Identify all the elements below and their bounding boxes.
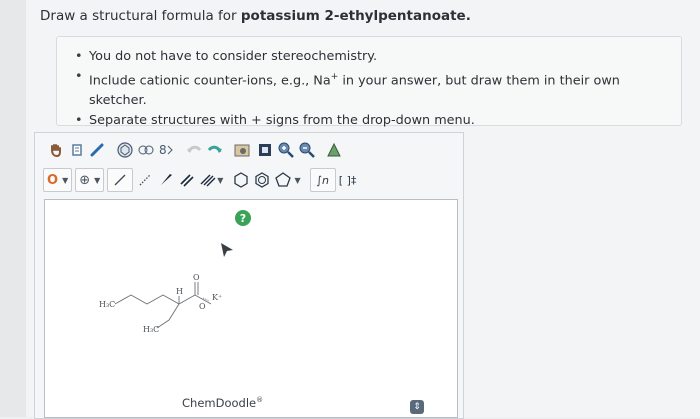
molecule-structure: H₃C H₃C H O O K⁺ [99, 273, 222, 334]
charge-button[interactable]: ⊕ ▼ [75, 168, 105, 192]
svg-text:8: 8 [159, 143, 167, 157]
bond-chain-icon[interactable]: 8 [158, 139, 176, 161]
settings-icon[interactable] [325, 139, 343, 161]
carbon-chain [114, 294, 212, 305]
h3c-label-bottom: H₃C [143, 325, 159, 334]
wedge-bond-button[interactable] [157, 169, 175, 191]
dashed-bond-button[interactable] [136, 169, 154, 191]
carbonyl-bond [194, 282, 199, 295]
chemdoodle-brand: ChemDoodle® [182, 396, 264, 410]
hand-icon[interactable] [47, 139, 65, 161]
question-prefix: Draw a structural formula for [40, 8, 241, 24]
left-edge [0, 0, 26, 417]
chevron-down-icon: ▼ [62, 175, 69, 185]
question-compound: potassium 2-ethylpentanoate. [240, 8, 471, 24]
benzene-button[interactable] [253, 169, 271, 191]
instruction-item: Separate structures with + signs from th… [75, 111, 681, 131]
instructions-list: You do not have to consider stereochemis… [57, 37, 681, 131]
cursor-icon [220, 242, 234, 262]
h3c-label-top: H₃C [99, 300, 115, 309]
double-bond-button[interactable] [178, 169, 196, 191]
toolbar-row-1: 8 [35, 137, 463, 163]
atom-label-button[interactable]: O ▼ [43, 168, 73, 192]
chevron-down-icon: ▼ [94, 175, 101, 185]
chemdoodle-sketcher: 8 O ▼ ⊕ ▼ ▼ ▼ ∫n []‡ ? H₃C H₃C H O O K⁺… [34, 132, 464, 419]
ethyl-branch [156, 303, 180, 329]
chevron-down-icon: ▼ [217, 175, 224, 185]
redo-icon[interactable] [206, 139, 224, 161]
instruction-item: You do not have to consider stereochemis… [75, 47, 681, 67]
triple-bond-button[interactable]: ▼ [199, 169, 223, 191]
question-text: Draw a structural formula for potassium … [40, 8, 471, 24]
h-label: H [176, 287, 183, 296]
k-label: K⁺ [212, 293, 222, 302]
zoom-out-icon[interactable] [298, 139, 316, 161]
scroll-toggle-icon[interactable]: ⇕ [410, 400, 424, 414]
ring-template-icon[interactable] [116, 139, 134, 161]
function-button[interactable]: ∫n [309, 168, 336, 192]
zoom-in-icon[interactable] [277, 139, 295, 161]
paste-icon[interactable] [233, 139, 253, 161]
lasso-icon[interactable] [89, 139, 107, 161]
undo-icon[interactable] [185, 139, 203, 161]
single-bond-button[interactable] [107, 168, 134, 192]
ring-template-icon[interactable] [137, 139, 155, 161]
clear-icon[interactable] [256, 139, 274, 161]
chevron-down-icon: ▼ [294, 175, 301, 185]
cyclohexane-button[interactable] [232, 169, 250, 191]
o-single-label: O [199, 302, 206, 311]
instruction-item: Include cationic counter-ions, e.g., Na+… [75, 67, 681, 111]
o-double-label: O [193, 273, 200, 282]
eraser-icon[interactable] [68, 139, 86, 161]
instructions-box: You do not have to consider stereochemis… [56, 36, 682, 131]
cyclopentane-button[interactable]: ▼ [274, 169, 301, 191]
bracket-button[interactable]: [ ]‡ [339, 169, 357, 191]
toolbar-row-2: O ▼ ⊕ ▼ ▼ ▼ ∫n []‡ [35, 167, 463, 193]
drawing-canvas[interactable]: ? H₃C H₃C H O O K⁺ ChemDoodle® [44, 199, 458, 418]
help-button[interactable]: ? [235, 210, 251, 226]
